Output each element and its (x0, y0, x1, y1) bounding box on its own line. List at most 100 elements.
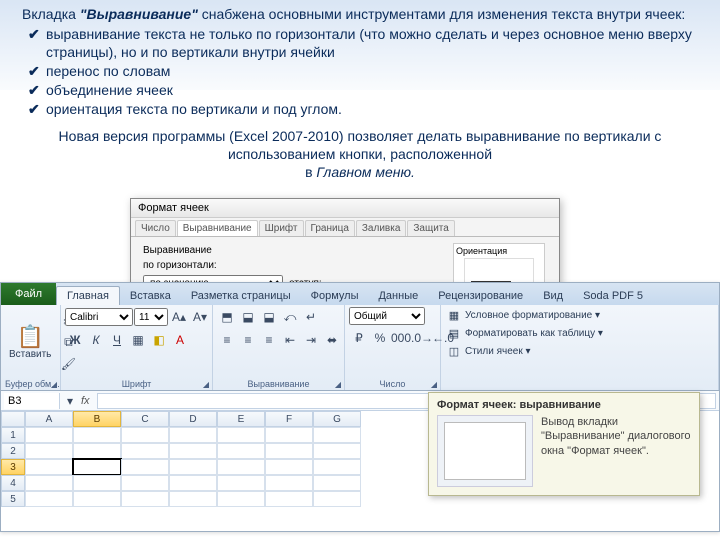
align-center-icon[interactable]: ≡ (238, 330, 258, 350)
tab-sodapdf[interactable]: Soda PDF 5 (573, 287, 653, 305)
cell[interactable] (25, 427, 73, 443)
font-launcher-icon[interactable]: ◢ (201, 379, 211, 389)
cell[interactable] (25, 491, 73, 507)
col-header[interactable]: D (169, 411, 217, 427)
font-size-select[interactable]: 11 (134, 308, 168, 326)
col-header[interactable]: C (121, 411, 169, 427)
row-header[interactable]: 3 (1, 459, 25, 475)
italic-icon[interactable]: К (86, 330, 106, 350)
cell[interactable] (73, 475, 121, 491)
clipboard-launcher-icon[interactable]: ◢ (49, 379, 59, 389)
align-middle-icon[interactable]: ⬓ (238, 307, 258, 327)
number-format-select[interactable]: Общий (349, 307, 425, 325)
dlg-tab-fill[interactable]: Заливка (356, 220, 407, 236)
cell[interactable] (265, 491, 313, 507)
cell[interactable] (217, 491, 265, 507)
conditional-formatting-button[interactable]: ▦Условное форматирование ▾ (445, 307, 602, 323)
name-box[interactable]: B3 (4, 393, 60, 409)
cell[interactable] (169, 427, 217, 443)
cell[interactable] (313, 443, 361, 459)
decrease-indent-icon[interactable]: ⇤ (280, 330, 300, 350)
align-left-icon[interactable]: ≡ (217, 330, 237, 350)
cell[interactable] (217, 459, 265, 475)
tab-review[interactable]: Рецензирование (428, 287, 533, 305)
row-header[interactable]: 1 (1, 427, 25, 443)
row-header[interactable]: 2 (1, 443, 25, 459)
col-header[interactable]: B (73, 411, 121, 427)
border-icon[interactable]: ▦ (128, 330, 148, 350)
align-top-icon[interactable]: ⬒ (217, 307, 237, 327)
cell[interactable] (169, 491, 217, 507)
cell[interactable] (73, 491, 121, 507)
paste-button[interactable]: 📋 Вставить (5, 324, 55, 362)
cell[interactable] (265, 443, 313, 459)
increase-indent-icon[interactable]: ⇥ (301, 330, 321, 350)
grow-font-icon[interactable]: A▴ (169, 307, 189, 327)
align-right-icon[interactable]: ≡ (259, 330, 279, 350)
inc-decimal-icon[interactable]: .0→ (412, 328, 432, 348)
cell[interactable] (25, 475, 73, 491)
col-header[interactable]: G (313, 411, 361, 427)
number-launcher-icon[interactable]: ◢ (429, 379, 439, 389)
fill-color-icon[interactable]: ◧ (149, 330, 169, 350)
cell-styles-button[interactable]: ◫Стили ячеек ▾ (445, 343, 533, 359)
col-header[interactable]: A (25, 411, 73, 427)
row-header[interactable]: 4 (1, 475, 25, 491)
font-color-icon[interactable]: A (170, 330, 190, 350)
cell[interactable] (121, 427, 169, 443)
cell[interactable] (217, 475, 265, 491)
align-bottom-icon[interactable]: ⬓ (259, 307, 279, 327)
tab-view[interactable]: Вид (533, 287, 573, 305)
cell[interactable] (265, 475, 313, 491)
cell[interactable] (25, 443, 73, 459)
shrink-font-icon[interactable]: A▾ (190, 307, 210, 327)
cell[interactable] (121, 443, 169, 459)
font-name-select[interactable]: Calibri (65, 308, 133, 326)
cell[interactable] (121, 475, 169, 491)
tab-data[interactable]: Данные (368, 287, 428, 305)
orientation-icon[interactable]: ⤺ (280, 307, 300, 327)
select-all-corner[interactable] (1, 411, 25, 427)
dlg-tab-protect[interactable]: Защита (407, 220, 454, 236)
merge-icon[interactable]: ⬌ (322, 330, 342, 350)
col-header[interactable]: F (265, 411, 313, 427)
alignment-launcher-icon[interactable]: ◢ (333, 379, 343, 389)
cell[interactable] (169, 443, 217, 459)
cell[interactable] (121, 491, 169, 507)
tab-page-layout[interactable]: Разметка страницы (181, 287, 301, 305)
percent-icon[interactable]: % (370, 328, 390, 348)
tab-home[interactable]: Главная (56, 286, 120, 305)
cell[interactable] (265, 459, 313, 475)
cell[interactable] (121, 459, 169, 475)
file-tab[interactable]: Файл (1, 283, 56, 305)
col-header[interactable]: E (217, 411, 265, 427)
wrap-text-icon[interactable]: ↵ (301, 307, 321, 327)
dlg-tab-number[interactable]: Число (135, 220, 176, 236)
dlg-tab-border[interactable]: Граница (305, 220, 355, 236)
fx-icon[interactable]: fx (77, 395, 94, 407)
format-as-table-button[interactable]: ▤Форматировать как таблицу ▾ (445, 325, 605, 341)
cell[interactable] (73, 427, 121, 443)
comma-icon[interactable]: 000 (391, 328, 411, 348)
cell[interactable] (169, 459, 217, 475)
cell[interactable] (265, 427, 313, 443)
cell-selected[interactable] (73, 459, 121, 475)
cell[interactable] (313, 459, 361, 475)
cell[interactable] (217, 443, 265, 459)
underline-icon[interactable]: Ч (107, 330, 127, 350)
bold-icon[interactable]: Ж (65, 330, 85, 350)
tab-insert[interactable]: Вставка (120, 287, 181, 305)
cell[interactable] (313, 491, 361, 507)
tab-formulas[interactable]: Формулы (301, 287, 369, 305)
cell[interactable] (217, 427, 265, 443)
currency-icon[interactable]: ₽ (349, 328, 369, 348)
cell[interactable] (313, 475, 361, 491)
cell[interactable] (169, 475, 217, 491)
cell[interactable] (73, 443, 121, 459)
dlg-tab-font[interactable]: Шрифт (259, 220, 304, 236)
row-header[interactable]: 5 (1, 491, 25, 507)
dlg-tab-alignment[interactable]: Выравнивание (177, 220, 258, 236)
cell[interactable] (313, 427, 361, 443)
cell[interactable] (25, 459, 73, 475)
dropdown-icon[interactable]: ▾ (63, 391, 77, 411)
